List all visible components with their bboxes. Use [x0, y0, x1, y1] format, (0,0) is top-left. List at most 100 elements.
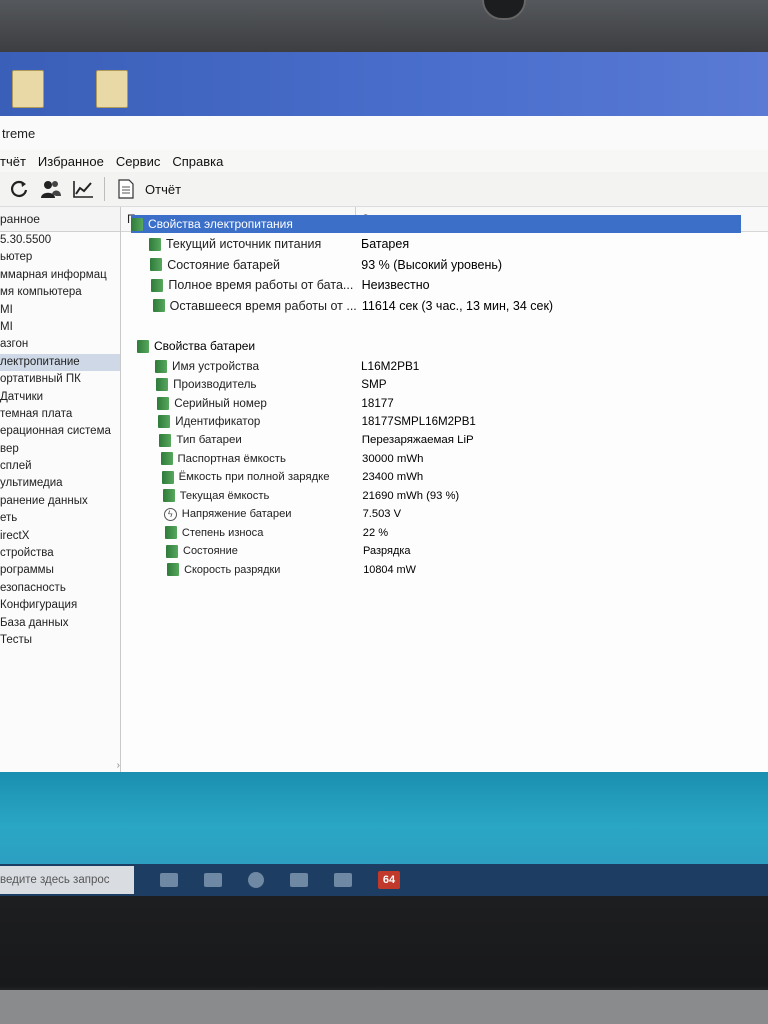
- navigation-tree: ранное 5.30.5500 ьютер ммарная информац мя …: [0, 207, 121, 774]
- tree-item[interactable]: рограммы: [0, 562, 120, 579]
- tree-item[interactable]: irectX: [0, 528, 120, 545]
- tree-item[interactable]: 5.30.5500: [0, 232, 120, 249]
- tree-item[interactable]: ультимедиа: [0, 475, 120, 492]
- field-value: 18177SMPL16M2PB1: [361, 415, 476, 428]
- section-header[interactable]: Свойства батареи: [137, 337, 255, 355]
- table-row[interactable]: Текущий источник питания: [149, 236, 321, 252]
- table-row[interactable]: Ёмкость при полной зарядке: [161, 469, 330, 485]
- tree-item[interactable]: Тесты: [0, 632, 120, 649]
- battery-icon: [155, 359, 167, 373]
- tree-list: 5.30.5500 ьютер ммарная информац мя компьют…: [0, 232, 120, 649]
- table-row[interactable]: Полное время работы от бата...: [151, 277, 353, 293]
- table-row[interactable]: Имя устройства: [155, 358, 259, 374]
- battery-icon: [151, 278, 164, 292]
- tree-item[interactable]: лектропитание: [0, 353, 120, 372]
- battery-icon: [152, 299, 165, 312]
- battery-icon: [131, 217, 143, 231]
- section-header[interactable]: Свойства электропитания: [131, 215, 741, 233]
- field-value: 21690 mWh (93 %): [362, 489, 460, 502]
- table-row[interactable]: Скорость разрядки: [167, 562, 280, 578]
- screen: treme тчёт Избранное Сервис Справка Отчё…: [0, 52, 768, 896]
- tree-item[interactable]: азгон: [0, 336, 120, 353]
- tree-item[interactable]: еть: [0, 510, 120, 527]
- task-view-icon[interactable]: [160, 873, 178, 887]
- section-title: Свойства батареи: [154, 339, 256, 353]
- field-value: 23400 mWh: [362, 471, 424, 483]
- table-row[interactable]: ϟ Напряжение батареи: [163, 506, 292, 522]
- menu-service[interactable]: Сервис: [116, 154, 161, 169]
- tree-item[interactable]: темная плата: [0, 406, 120, 423]
- users-button[interactable]: [38, 176, 64, 202]
- field-value: SMP: [361, 378, 387, 391]
- field-label: Скорость разрядки: [184, 563, 281, 576]
- mail-icon[interactable]: [290, 873, 308, 887]
- battery-icon: [156, 378, 169, 391]
- desktop-background-bottom: [0, 772, 768, 864]
- tree-item[interactable]: ортативный ПК: [0, 371, 120, 388]
- users-icon: [41, 181, 61, 198]
- tree-item[interactable]: ьютер: [0, 249, 120, 266]
- taskbar: ведите здесь запрос 64: [0, 864, 768, 896]
- field-label: Степень износа: [181, 526, 264, 539]
- browser-icon[interactable]: [248, 872, 264, 888]
- report-label[interactable]: Отчёт: [145, 182, 181, 197]
- store-icon[interactable]: [334, 873, 352, 887]
- field-value: Разрядка: [363, 545, 411, 557]
- field-label: Текущий источник питания: [166, 237, 322, 251]
- section-title: Свойства электропитания: [148, 217, 293, 231]
- tree-item[interactable]: Датчики: [0, 389, 120, 406]
- table-row[interactable]: Паспортная ёмкость: [160, 451, 286, 467]
- menu-report[interactable]: тчёт: [0, 154, 26, 169]
- table-row[interactable]: Степень износа: [164, 525, 264, 541]
- battery-icon: [161, 470, 174, 484]
- aida64-taskbar-icon[interactable]: 64: [378, 871, 400, 889]
- refresh-icon: [11, 180, 28, 197]
- field-label: Производитель: [173, 378, 257, 391]
- table-row[interactable]: Состояние батарей: [150, 257, 280, 273]
- tree-item[interactable]: MI: [0, 319, 120, 336]
- table-row[interactable]: Тип батареи: [159, 432, 242, 448]
- file-explorer-icon[interactable]: [204, 873, 222, 887]
- laptop-bezel-top: [0, 0, 768, 52]
- tree-item[interactable]: Конфигурация: [0, 597, 120, 614]
- field-label: Текущая ёмкость: [179, 489, 270, 502]
- battery-icon: [164, 526, 177, 539]
- tree-item[interactable]: MI: [0, 302, 120, 319]
- desktop-folder-icon[interactable]: [12, 70, 44, 108]
- field-label: Имя устройства: [172, 359, 260, 373]
- field-value: 7.503 V: [362, 508, 402, 520]
- table-row[interactable]: Серийный номер: [157, 395, 267, 411]
- desktop-file-icon[interactable]: [96, 70, 128, 108]
- battery-icon: [150, 258, 163, 271]
- tree-item[interactable]: вер: [0, 441, 120, 458]
- refresh-button[interactable]: [6, 176, 32, 202]
- field-value: Перезаряжаемая LiP: [361, 434, 474, 446]
- tree-header[interactable]: ранное: [0, 207, 120, 232]
- table-row[interactable]: Текущая ёмкость: [162, 488, 270, 504]
- chart-button[interactable]: [70, 176, 96, 202]
- menu-favorites[interactable]: Избранное: [38, 154, 104, 169]
- app-window: treme тчёт Избранное Сервис Справка Отчё…: [0, 116, 768, 774]
- title-bar: treme: [0, 116, 768, 150]
- window-title: treme: [2, 125, 36, 141]
- menu-bar: тчёт Избранное Сервис Справка: [0, 150, 768, 172]
- field-label: Полное время работы от бата...: [168, 278, 354, 292]
- menu-help[interactable]: Справка: [172, 154, 223, 169]
- tree-item[interactable]: мя компьютера: [0, 284, 120, 301]
- report-button[interactable]: [113, 176, 139, 202]
- taskbar-search-input[interactable]: ведите здесь запрос: [0, 866, 134, 894]
- table-row[interactable]: Производитель: [156, 377, 257, 393]
- table-row[interactable]: Состояние: [166, 543, 238, 559]
- table-row[interactable]: Идентификатор: [158, 414, 260, 430]
- tree-item[interactable]: езопасность: [0, 580, 120, 597]
- tree-item[interactable]: сплей: [0, 458, 120, 475]
- tree-item[interactable]: стройства: [0, 545, 120, 562]
- voltage-icon: ϟ: [163, 507, 177, 521]
- tree-item[interactable]: ерационная система: [0, 423, 120, 440]
- tree-item[interactable]: ранение данных: [0, 493, 120, 510]
- table-row[interactable]: Оставшееся время работы от ...: [152, 298, 357, 314]
- field-label: Оставшееся время работы от ...: [169, 298, 357, 313]
- tree-item[interactable]: База данных: [0, 615, 120, 632]
- tree-item[interactable]: ммарная информац: [0, 267, 120, 284]
- field-value: Неизвестно: [361, 278, 430, 292]
